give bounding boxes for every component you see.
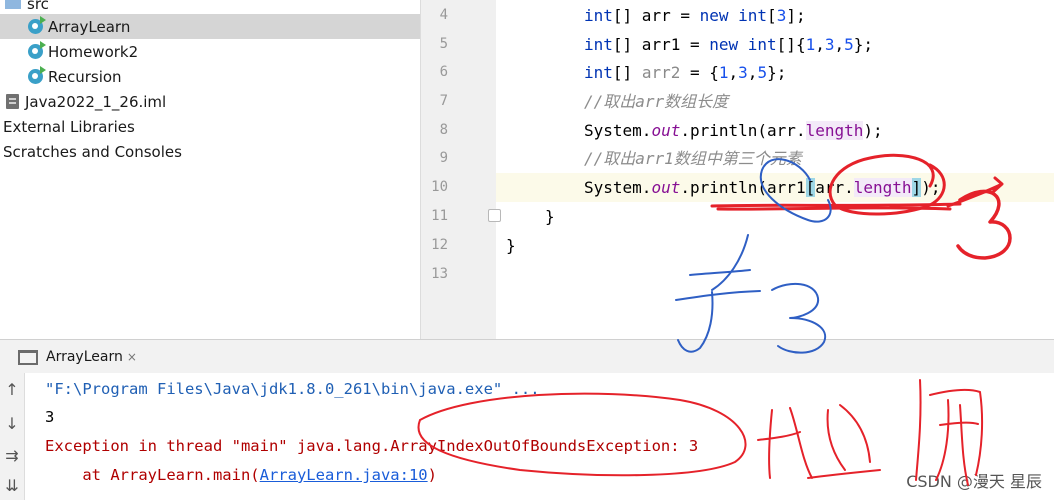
code-token: [] arr =	[612, 6, 700, 25]
tree-item-label: Scratches and Consoles	[3, 142, 182, 161]
tree-item-label: External Libraries	[3, 117, 135, 136]
code-token: 3	[776, 6, 787, 25]
code-line-8: System.out.println(arr.length);	[584, 116, 883, 145]
code-token-bracket: ]	[911, 178, 922, 197]
code-brace: }	[545, 207, 555, 226]
code-token: 3	[824, 35, 835, 54]
code-token: length	[805, 121, 864, 140]
code-comment: //取出arr1数组中第三个元素	[584, 149, 802, 168]
tree-item-homework2[interactable]: Homework2	[0, 39, 448, 64]
code-token: []{	[776, 35, 806, 54]
code-token: };	[767, 63, 787, 82]
code-token: 5	[757, 63, 768, 82]
code-token: = {	[680, 63, 719, 82]
code-token: ];	[786, 6, 806, 25]
tree-item-label: ArrayLearn	[48, 17, 131, 36]
run-tool-header	[0, 339, 1054, 374]
console-command-line: "F:\Program Files\Java\jdk1.8.0_261\bin\…	[45, 380, 540, 398]
code-token: ,	[747, 63, 758, 82]
java-class-icon	[28, 16, 46, 34]
code-token: ,	[834, 35, 845, 54]
tree-item-label: Homework2	[48, 42, 139, 61]
code-line-6: int[] arr2 = {1,3,5};	[584, 58, 786, 87]
line-number: 11	[431, 208, 448, 224]
code-token: new int	[699, 6, 768, 25]
tree-item-scratches[interactable]: Scratches and Consoles	[0, 139, 423, 164]
line-number: 12	[431, 237, 448, 253]
java-class-icon	[28, 66, 46, 84]
iml-file-icon	[6, 94, 19, 109]
code-token: new int	[709, 35, 777, 54]
code-token: int	[584, 63, 613, 82]
code-token: );	[863, 121, 883, 140]
code-token: out	[651, 121, 681, 140]
run-side-toolbar: ↑ ↓ ⇉ ⇊	[0, 373, 25, 500]
line-number: 8	[439, 122, 448, 138]
java-class-icon	[28, 41, 46, 59]
stacktrace-link[interactable]: ArrayLearn.java:10	[260, 466, 428, 484]
code-token: };	[853, 35, 874, 54]
code-token: System.	[584, 121, 652, 140]
code-token: arr.	[815, 178, 854, 197]
code-token-bracket: [	[805, 178, 816, 197]
run-config-icon	[18, 349, 38, 365]
line-number: 7	[439, 93, 448, 109]
code-token: 5	[844, 35, 854, 54]
soft-wrap-icon[interactable]: ⇉	[0, 443, 24, 469]
code-token: .println(arr1	[680, 178, 806, 197]
line-number: 13	[431, 266, 448, 282]
code-token: [	[767, 6, 777, 25]
console-stacktrace-line: at ArrayLearn.main(ArrayLearn.java:10)	[45, 461, 437, 490]
watermark: CSDN @漫天 星辰	[906, 472, 1042, 491]
folder-icon	[5, 0, 21, 9]
line-number: 6	[439, 64, 448, 80]
close-icon[interactable]: ×	[127, 350, 137, 364]
code-brace: }	[506, 236, 516, 255]
run-tab-label: ArrayLearn	[46, 349, 123, 365]
run-tab[interactable]: ArrayLearn ×	[18, 345, 137, 369]
fold-marker-icon[interactable]	[488, 209, 501, 222]
arrow-up-icon[interactable]: ↑	[0, 377, 24, 403]
tree-item-label: Recursion	[48, 67, 122, 86]
code-token: 1	[805, 35, 816, 54]
tree-item-label: Java2022_1_26.iml	[25, 92, 167, 111]
tree-item-recursion[interactable]: Recursion	[0, 64, 448, 89]
code-line-4: int[] arr = new int[3];	[584, 1, 806, 30]
console-output-line: 3	[45, 408, 55, 426]
code-token: int	[584, 35, 613, 54]
tree-item-external-libraries[interactable]: External Libraries	[0, 114, 423, 139]
line-number: 9	[439, 150, 448, 166]
code-token: length	[853, 178, 912, 197]
code-token: );	[921, 178, 941, 197]
code-token: int	[584, 6, 613, 25]
code-token-unused: arr2	[641, 63, 681, 82]
code-token: ,	[815, 35, 825, 54]
tree-item-arraylearn[interactable]: ArrayLearn	[0, 14, 448, 39]
tree-item-iml[interactable]: Java2022_1_26.iml	[0, 89, 426, 114]
code-token: [] arr1 =	[612, 35, 710, 54]
console-error-line: Exception in thread "main" java.lang.Arr…	[45, 437, 699, 455]
code-line-5: int[] arr1 = new int[]{1,3,5};	[584, 30, 873, 59]
code-token: .println(arr.	[680, 121, 806, 140]
stacktrace-suffix: )	[427, 466, 437, 484]
code-token: System.	[584, 178, 652, 197]
arrow-down-icon[interactable]: ↓	[0, 411, 24, 437]
project-tree: src ArrayLearn Homework2 Recursion Java2…	[0, 0, 448, 339]
code-token: out	[651, 178, 681, 197]
code-comment: //取出arr数组长度	[584, 92, 729, 111]
scroll-to-end-icon[interactable]: ⇊	[0, 473, 24, 499]
stacktrace-prefix: at ArrayLearn.main(	[45, 466, 260, 484]
line-number: 4	[439, 7, 448, 23]
code-token: 1	[718, 63, 729, 82]
code-token: []	[612, 63, 642, 82]
code-token: 3	[738, 63, 748, 82]
code-token: ,	[728, 63, 739, 82]
line-number-current: 10	[431, 179, 448, 195]
code-line-10: System.out.println(arr1[arr.length]);	[584, 173, 940, 202]
line-number: 5	[439, 36, 448, 52]
tree-item-label: src	[27, 0, 49, 13]
